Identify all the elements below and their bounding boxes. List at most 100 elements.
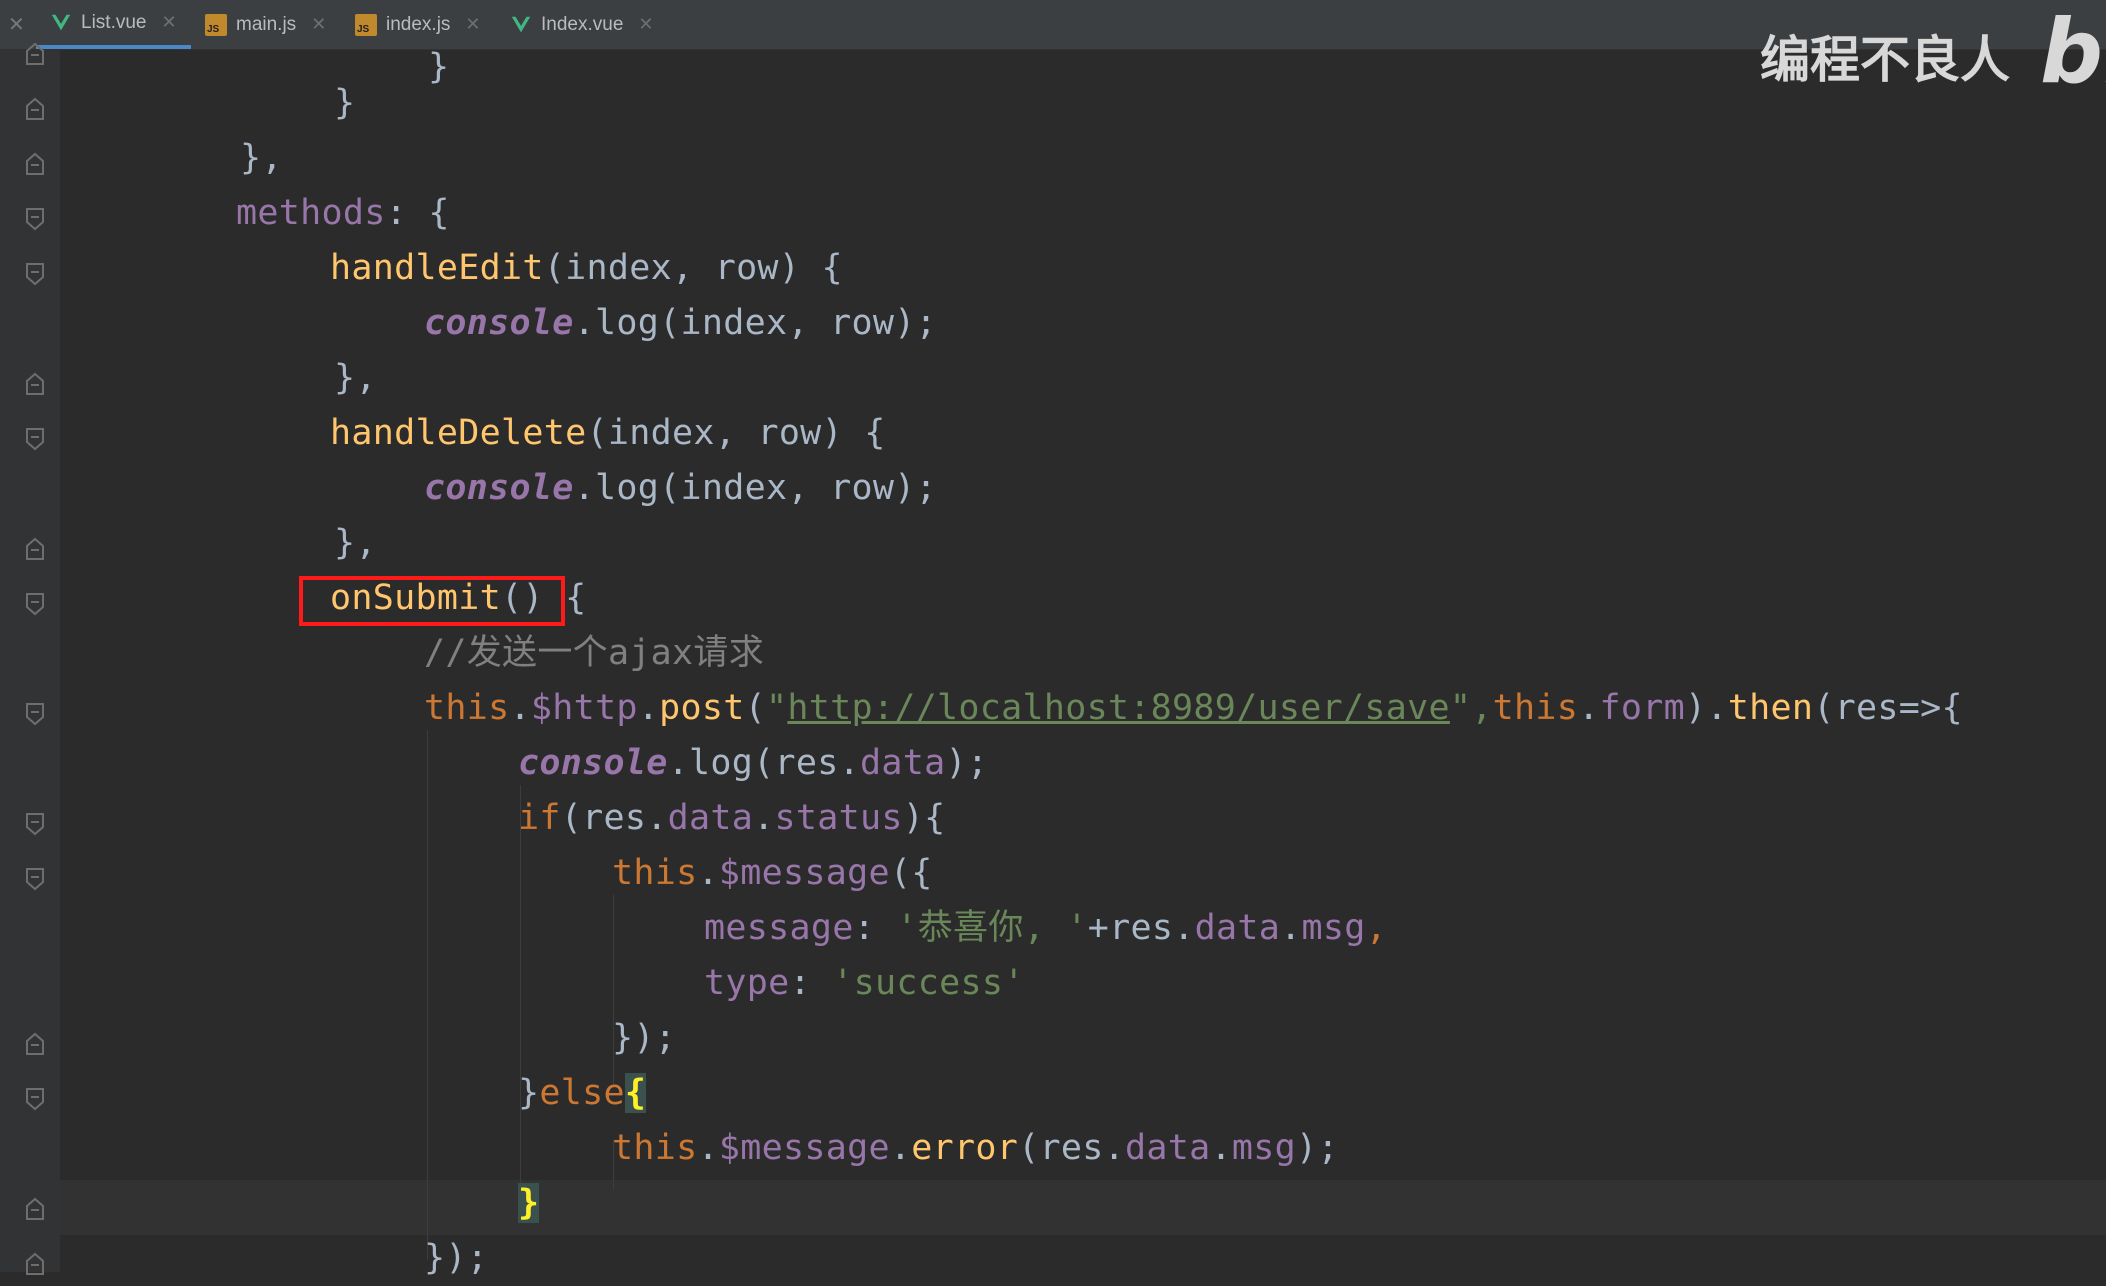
- tab-label: main.js: [236, 13, 297, 35]
- code-token: form: [1599, 688, 1686, 728]
- code-token: handleDelete: [330, 413, 587, 453]
- fold-end-icon[interactable]: [24, 372, 46, 396]
- fold-start-icon[interactable]: [24, 592, 46, 616]
- indent-guide: [520, 785, 521, 1205]
- code-token: $http: [530, 688, 638, 728]
- code-token: post: [659, 688, 745, 728]
- fold-end-icon[interactable]: [24, 1197, 46, 1221]
- vue-icon: [51, 14, 71, 30]
- fold-start-icon[interactable]: [24, 427, 46, 451]
- code-token: }: [428, 47, 450, 87]
- tab-index-js[interactable]: JS index.js ✕: [355, 0, 481, 49]
- code-line: }: [334, 76, 355, 131]
- code-token: (index, row) {: [543, 248, 843, 288]
- close-icon[interactable]: ✕: [465, 14, 480, 35]
- fold-start-icon[interactable]: [24, 702, 46, 726]
- fold-start-icon[interactable]: [24, 262, 46, 286]
- code-token: data: [667, 798, 754, 838]
- code-line: this.$http.post("http://localhost:8989/u…: [424, 688, 1963, 728]
- code-token: (res=>{: [1813, 688, 1963, 728]
- code-line: this.$message.error(res.data.msg);: [612, 1128, 1339, 1168]
- code-token: console: [424, 303, 574, 343]
- code-token: {: [565, 578, 587, 618]
- code-token: );: [945, 743, 989, 783]
- close-icon[interactable]: ✕: [8, 12, 25, 37]
- code-line: console.log(res.data);: [518, 736, 988, 791]
- code-line: handleEdit(index, row) {: [330, 241, 843, 296]
- code-token: ",: [1449, 688, 1493, 728]
- code-token: status: [774, 798, 903, 838]
- code-token: },: [240, 138, 283, 178]
- fold-end-icon[interactable]: [24, 1252, 46, 1276]
- code-line: //发送一个ajax请求: [424, 626, 764, 681]
- code-token: });: [424, 1238, 489, 1278]
- code-comment: //发送一个ajax请求: [424, 633, 765, 673]
- code-line: },: [240, 131, 283, 186]
- fold-end-icon[interactable]: [24, 537, 46, 561]
- code-token: data: [1124, 1128, 1211, 1168]
- code-token: if: [518, 798, 561, 838]
- matched-brace: {: [624, 1073, 647, 1113]
- code-token: error: [911, 1128, 1019, 1168]
- code-line: },: [334, 351, 377, 406]
- fold-start-icon[interactable]: [24, 867, 46, 891]
- fold-end-icon[interactable]: [24, 1032, 46, 1056]
- code-token: data: [1194, 908, 1281, 948]
- code-token: +res.: [1087, 908, 1195, 948]
- code-token: this: [424, 688, 510, 728]
- code-token: }: [518, 1073, 540, 1113]
- code-line: });: [612, 1011, 676, 1066]
- tab-list-vue[interactable]: List.vue ✕: [36, 0, 191, 49]
- code-line: console.log(index, row);: [424, 296, 937, 351]
- fold-start-icon[interactable]: [24, 812, 46, 836]
- code-url-link[interactable]: http://localhost:8989/user/save: [787, 688, 1450, 728]
- close-icon[interactable]: ✕: [638, 14, 653, 35]
- code-token: },: [334, 523, 377, 563]
- code-token: .log(res.: [667, 743, 860, 783]
- code-token: (res.: [1018, 1128, 1125, 1168]
- code-line: this.$message({: [612, 853, 933, 893]
- code-token: $message: [718, 1128, 890, 1168]
- code-token: ){: [902, 798, 946, 838]
- code-line: methods: {: [236, 186, 450, 241]
- close-icon[interactable]: ✕: [161, 12, 176, 33]
- code-editor[interactable]: } } }, methods: { handleEdit(index, row)…: [60, 47, 2106, 1278]
- fold-start-icon[interactable]: [24, 207, 46, 231]
- editor-gutter: [0, 42, 60, 1275]
- code-line: message: '恭喜你, '+res.data.msg,: [704, 908, 1387, 948]
- code-token: type: [704, 963, 790, 1003]
- code-line: });: [424, 1231, 488, 1286]
- fold-end-icon[interactable]: [24, 152, 46, 176]
- tab-label: List.vue: [81, 11, 147, 33]
- tab-index-vue[interactable]: Index.vue ✕: [510, 0, 654, 49]
- fold-end-icon[interactable]: [24, 42, 46, 66]
- code-token: });: [612, 1018, 677, 1058]
- code-token: );: [1295, 1128, 1339, 1168]
- vue-icon: [511, 16, 531, 32]
- tab-main-js[interactable]: JS main.js ✕: [205, 0, 326, 49]
- code-line: }: [518, 1176, 540, 1231]
- code-line: },: [334, 516, 377, 571]
- code-line: type: 'success': [704, 963, 1025, 1003]
- code-token: this: [1492, 688, 1579, 728]
- code-token: msg: [1231, 1128, 1296, 1168]
- close-icon[interactable]: ✕: [311, 14, 326, 35]
- code-token: ({: [889, 853, 933, 893]
- fold-end-icon[interactable]: [24, 97, 46, 121]
- indent-guide: [427, 730, 428, 1260]
- code-token: this: [612, 853, 698, 893]
- js-file-icon: JS: [355, 13, 377, 36]
- code-token: '恭喜你, ': [896, 908, 1088, 948]
- code-token: console: [424, 468, 574, 508]
- code-token: handleEdit: [330, 248, 544, 288]
- tab-label: index.js: [386, 13, 451, 35]
- code-token: methods: [236, 193, 386, 233]
- js-file-icon: JS: [205, 13, 227, 36]
- code-token: console: [518, 743, 668, 783]
- code-token: }: [334, 83, 356, 123]
- code-token: .log(index, row);: [573, 468, 937, 508]
- tab-label: Index.vue: [541, 13, 624, 35]
- code-token: this: [612, 1128, 698, 1168]
- fold-start-icon[interactable]: [24, 1087, 46, 1111]
- code-token: else: [539, 1073, 625, 1113]
